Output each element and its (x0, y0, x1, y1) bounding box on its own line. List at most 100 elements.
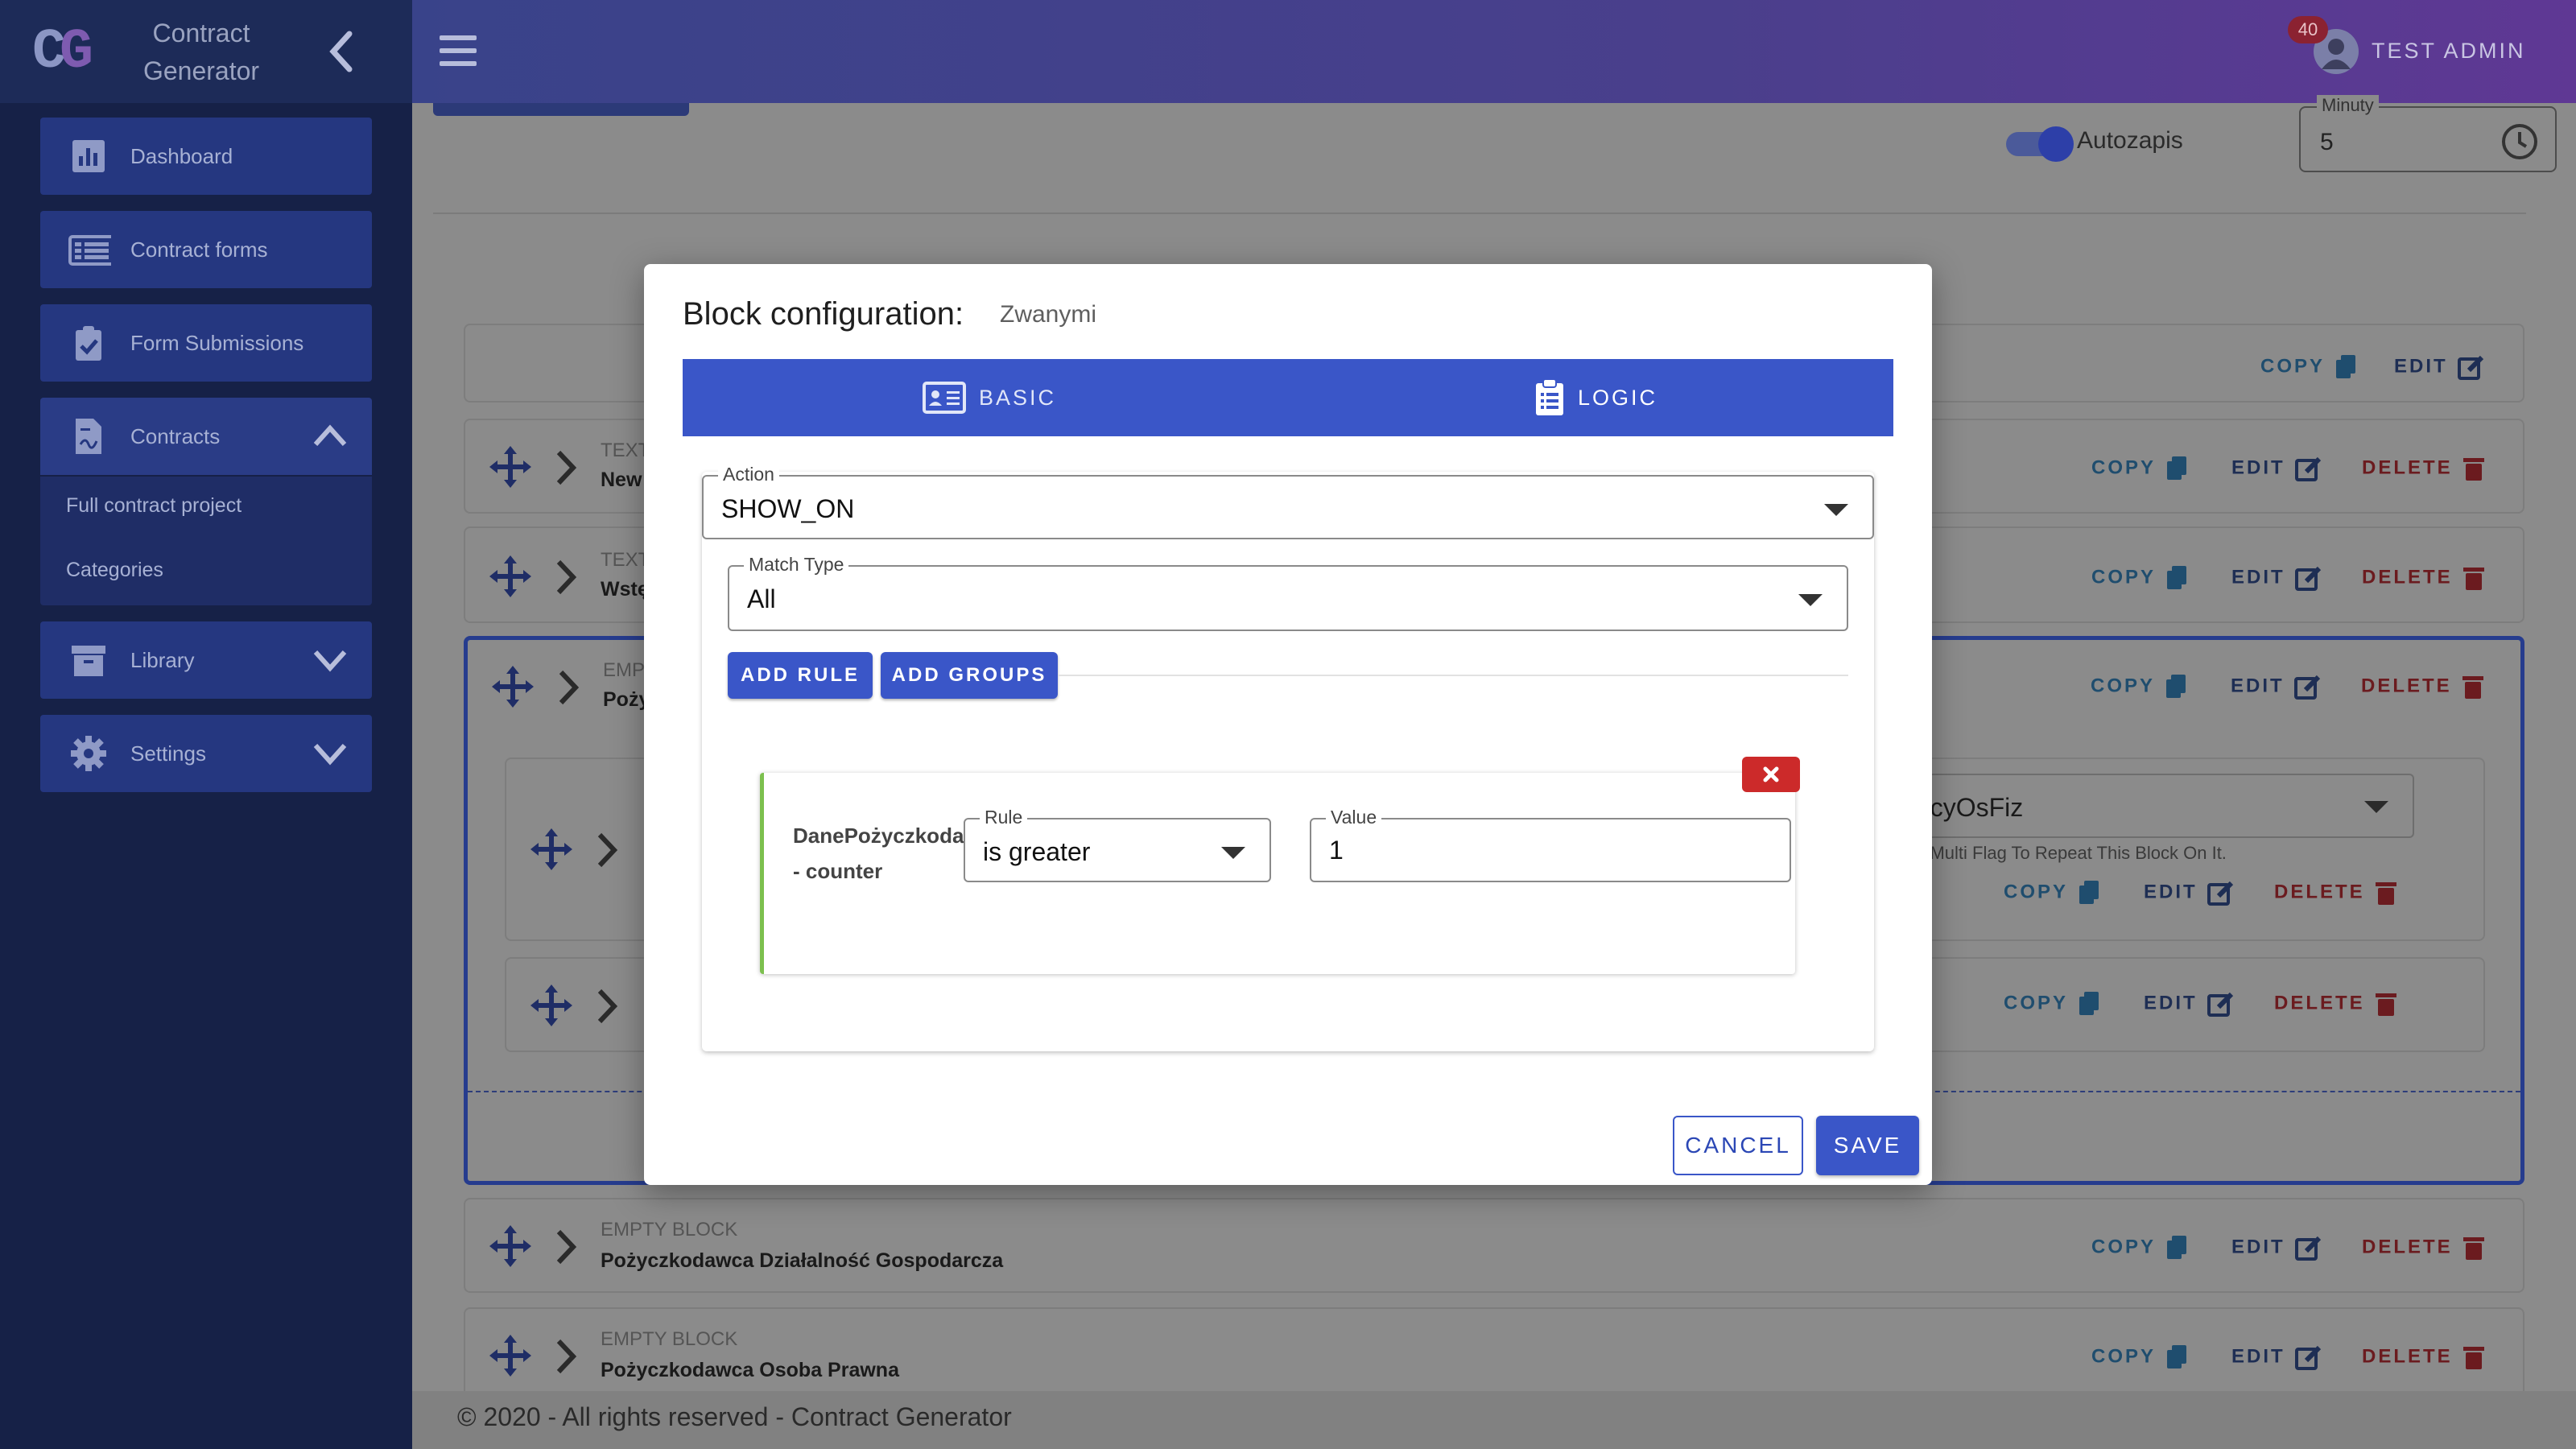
divider (1058, 675, 1848, 676)
minutes-field[interactable]: Minuty 5 (2299, 95, 2557, 172)
sidebar: CG Contract Generator Dashboard Contract… (0, 0, 412, 1449)
minutes-value: 5 (2320, 129, 2334, 155)
delete-button[interactable]: DELETE (2362, 1344, 2485, 1370)
cancel-button[interactable]: CANCEL (1673, 1116, 1803, 1175)
sidebar-item-dashboard[interactable]: Dashboard (40, 118, 372, 195)
edit-button[interactable]: EDIT (2231, 565, 2322, 591)
copy-button[interactable]: COPY (2091, 1235, 2188, 1261)
trash-icon (2375, 993, 2396, 1016)
action-select[interactable]: Action SHOW_ON (702, 464, 1874, 539)
chevron-right-icon[interactable] (554, 559, 578, 596)
move-icon[interactable] (488, 1224, 533, 1269)
move-icon[interactable] (529, 983, 574, 1028)
copy-icon (2079, 881, 2099, 904)
match-type-value: All (747, 584, 776, 613)
copy-button[interactable]: COPY (2091, 1344, 2188, 1370)
edit-button[interactable]: EDIT (2231, 456, 2322, 481)
edit-icon (2294, 1345, 2321, 1370)
chevron-right-icon[interactable] (554, 449, 578, 486)
clipboard-check-icon (76, 326, 101, 361)
sidebar-subitem-full-contract-project[interactable]: Full contract project (66, 494, 242, 518)
move-icon[interactable] (529, 827, 574, 872)
contract-icon (76, 419, 101, 454)
edit-label: EDIT (2231, 1236, 2285, 1258)
chevron-down-icon[interactable] (312, 737, 348, 770)
chevron-left-icon[interactable] (322, 27, 362, 76)
chevron-right-icon[interactable] (595, 832, 619, 869)
trash-icon (2462, 1237, 2484, 1260)
tab-indicator (433, 103, 689, 116)
delete-button[interactable]: DELETE (2362, 456, 2485, 481)
add-groups-button[interactable]: ADD GROUPS (881, 652, 1058, 699)
clock-icon[interactable] (2500, 122, 2539, 161)
sidebar-subitem-categories[interactable]: Categories (66, 559, 163, 582)
copy-icon (2167, 456, 2187, 480)
edit-button[interactable]: EDIT (2394, 354, 2485, 380)
edit-button[interactable]: EDIT (2231, 1344, 2322, 1370)
delete-label: DELETE (2274, 992, 2365, 1014)
copy-button[interactable]: COPY (2091, 456, 2188, 481)
edit-button[interactable]: EDIT (2144, 880, 2235, 906)
menu-icon[interactable] (440, 35, 477, 66)
notification-badge[interactable]: 40 (2288, 16, 2328, 43)
dialog-title: Block configuration: (683, 296, 964, 332)
sidebar-item-contract-forms[interactable]: Contract forms (40, 211, 372, 288)
rule-value-input[interactable]: Value 1 (1310, 807, 1791, 882)
edit-button[interactable]: EDIT (2144, 991, 2235, 1017)
delete-button[interactable]: DELETE (2274, 991, 2397, 1017)
delete-button[interactable]: DELETE (2361, 674, 2484, 700)
caret-down-icon (1824, 504, 1848, 516)
remove-rule-button[interactable] (1742, 757, 1800, 792)
copy-button[interactable]: COPY (2091, 674, 2187, 700)
copy-button[interactable]: COPY (2260, 354, 2357, 380)
gear-icon (71, 736, 106, 771)
delete-button[interactable]: DELETE (2362, 1235, 2485, 1261)
chevron-down-icon[interactable] (312, 644, 348, 676)
top-bar: 40 TEST ADMIN (412, 0, 2576, 103)
action-label: Action (718, 464, 779, 485)
chart-icon (72, 140, 105, 172)
copy-button[interactable]: COPY (2004, 880, 2100, 906)
chevron-up-icon[interactable] (312, 420, 348, 452)
chevron-right-icon[interactable] (554, 1228, 578, 1265)
chevron-right-icon[interactable] (556, 669, 580, 706)
delete-label: DELETE (2361, 675, 2452, 697)
copy-button[interactable]: COPY (2004, 991, 2100, 1017)
copy-icon (2079, 992, 2099, 1015)
id-card-icon (923, 382, 966, 414)
chevron-right-icon[interactable] (595, 988, 619, 1025)
tab-basic[interactable]: BASIC (923, 359, 1056, 436)
tab-logic[interactable]: LOGIC (1534, 359, 1657, 436)
match-type-select[interactable]: Match Type All (728, 554, 1848, 631)
sidebar-item-form-submissions[interactable]: Form Submissions (40, 304, 372, 382)
edit-label: EDIT (2231, 1345, 2285, 1368)
copy-icon (2167, 1236, 2187, 1259)
block-name: Pożyczkodawca Działalność Gospodarcza (601, 1249, 1004, 1272)
delete-button[interactable]: DELETE (2362, 565, 2485, 591)
user-name[interactable]: TEST ADMIN (2372, 39, 2526, 64)
block-type: TEXT (601, 440, 650, 461)
sidebar-item-label: Settings (130, 741, 206, 766)
sidebar-item-settings[interactable]: Settings (40, 715, 372, 792)
move-icon[interactable] (488, 1333, 533, 1378)
trash-icon (2462, 1347, 2484, 1369)
autosave-toggle-knob[interactable] (2038, 126, 2074, 162)
save-button[interactable]: SAVE (1816, 1116, 1919, 1175)
move-icon[interactable] (490, 664, 535, 709)
clipboard-list-icon (1536, 378, 1563, 415)
add-rule-button[interactable]: ADD RULE (728, 652, 873, 699)
nested-select[interactable]: dawcyOsFiz (1875, 774, 2414, 838)
sidebar-item-contracts[interactable]: Contracts (40, 398, 372, 475)
trash-icon (2462, 676, 2483, 699)
close-icon (1763, 766, 1779, 782)
edit-button[interactable]: EDIT (2231, 674, 2322, 700)
list-icon (68, 235, 111, 266)
delete-button[interactable]: DELETE (2274, 880, 2397, 906)
move-icon[interactable] (488, 444, 533, 489)
move-icon[interactable] (488, 554, 533, 599)
sidebar-item-library[interactable]: Library (40, 621, 372, 699)
rule-operator-select[interactable]: Rule is greater (964, 807, 1271, 882)
chevron-right-icon[interactable] (554, 1338, 578, 1375)
edit-button[interactable]: EDIT (2231, 1235, 2322, 1261)
copy-button[interactable]: COPY (2091, 565, 2188, 591)
